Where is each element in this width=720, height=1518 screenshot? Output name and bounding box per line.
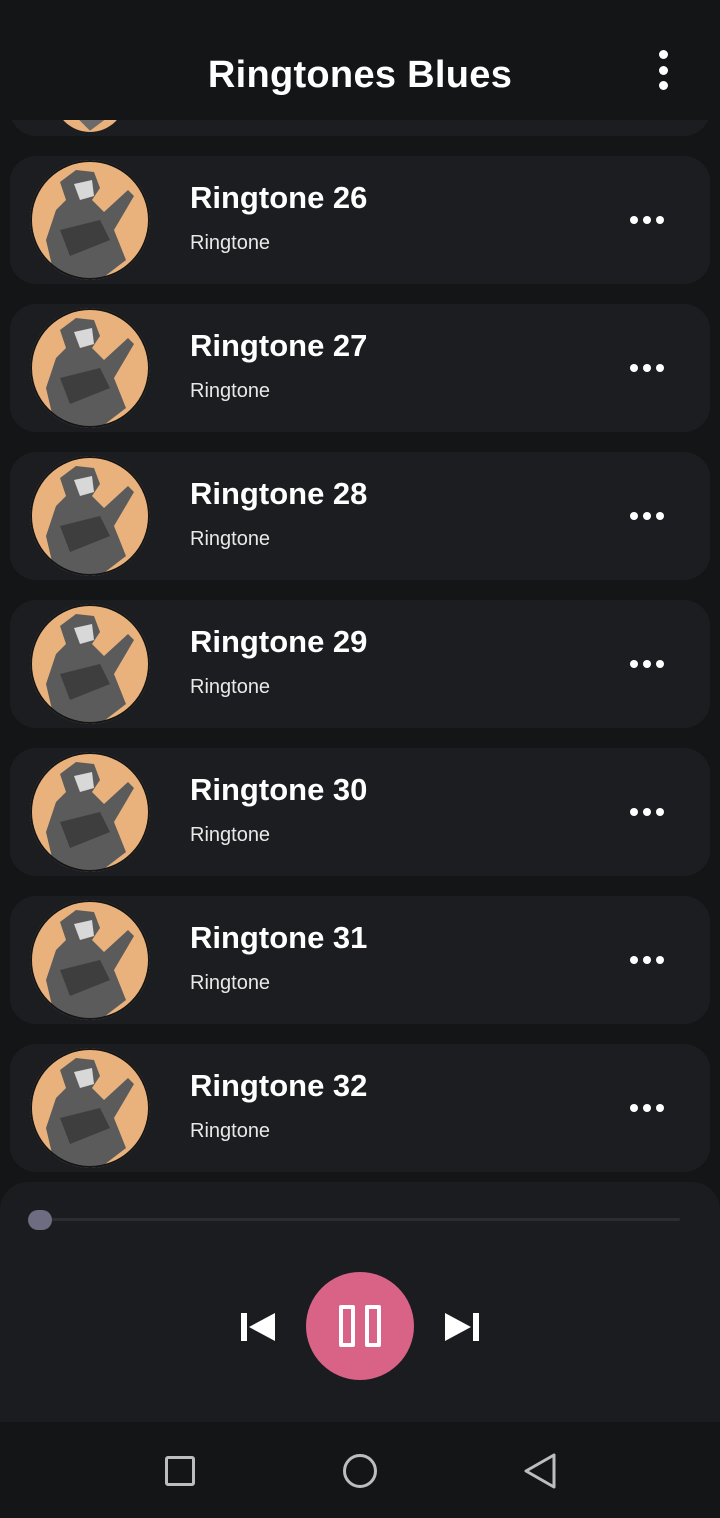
ringtone-title: Ringtone 29 <box>190 624 368 659</box>
list-item[interactable]: Ringtone 32 Ringtone <box>10 1044 710 1172</box>
ringtone-title: Ringtone 31 <box>190 920 368 955</box>
more-options-icon[interactable] <box>630 802 664 822</box>
home-icon[interactable] <box>343 1454 377 1488</box>
list-item[interactable]: Ringtone 30 Ringtone <box>10 748 710 876</box>
album-art-thumbnail <box>30 752 150 872</box>
album-art-thumbnail <box>30 900 150 1020</box>
ringtone-title: Ringtone 30 <box>190 772 368 807</box>
ringtone-subtitle: Ringtone <box>190 380 271 402</box>
ringtone-subtitle: Ringtone <box>190 824 271 846</box>
recents-icon[interactable] <box>165 1456 195 1486</box>
more-options-icon[interactable] <box>630 210 664 230</box>
ringtone-subtitle: Ringtone <box>190 676 271 698</box>
more-options-icon[interactable] <box>630 506 664 526</box>
app-screen: Ringtone 26 Ringtone Ringtone 27 Rington… <box>0 0 720 1518</box>
pause-icon <box>339 1305 355 1347</box>
seek-thumb[interactable] <box>28 1210 52 1230</box>
skip-next-icon[interactable] <box>444 1312 480 1342</box>
ringtone-title: Ringtone 27 <box>190 328 368 363</box>
ringtone-subtitle: Ringtone <box>190 1120 271 1142</box>
more-options-icon[interactable] <box>630 358 664 378</box>
seek-bar[interactable] <box>40 1218 680 1221</box>
album-art-thumbnail <box>30 308 150 428</box>
more-vert-icon[interactable] <box>658 50 668 90</box>
pause-button[interactable] <box>306 1272 414 1380</box>
more-options-icon[interactable] <box>630 654 664 674</box>
album-art-thumbnail <box>30 456 150 576</box>
system-navigation-bar <box>0 1422 720 1518</box>
ringtone-title: Ringtone 28 <box>190 476 368 511</box>
album-art-thumbnail <box>30 160 150 280</box>
ringtone-subtitle: Ringtone <box>190 972 271 994</box>
list-item[interactable]: Ringtone 27 Ringtone <box>10 304 710 432</box>
album-art-thumbnail <box>30 604 150 724</box>
back-icon[interactable] <box>522 1452 558 1490</box>
ringtone-title: Ringtone 32 <box>190 1068 368 1103</box>
album-art-thumbnail <box>30 1048 150 1168</box>
ringtone-list[interactable]: Ringtone 26 Ringtone Ringtone 27 Rington… <box>0 0 720 1180</box>
list-item[interactable]: Ringtone 31 Ringtone <box>10 896 710 1024</box>
more-options-icon[interactable] <box>630 950 664 970</box>
ringtone-title: Ringtone 26 <box>190 180 368 215</box>
list-item[interactable]: Ringtone 28 Ringtone <box>10 452 710 580</box>
ringtone-subtitle: Ringtone <box>190 232 271 254</box>
skip-previous-icon[interactable] <box>240 1312 276 1342</box>
more-options-icon[interactable] <box>630 1098 664 1118</box>
pause-icon <box>365 1305 381 1347</box>
app-bar: Ringtones Blues <box>0 0 720 120</box>
list-item[interactable]: Ringtone 29 Ringtone <box>10 600 710 728</box>
ringtone-subtitle: Ringtone <box>190 528 271 550</box>
page-title: Ringtones Blues <box>207 53 513 96</box>
player-panel <box>0 1182 720 1422</box>
list-item[interactable]: Ringtone 26 Ringtone <box>10 156 710 284</box>
